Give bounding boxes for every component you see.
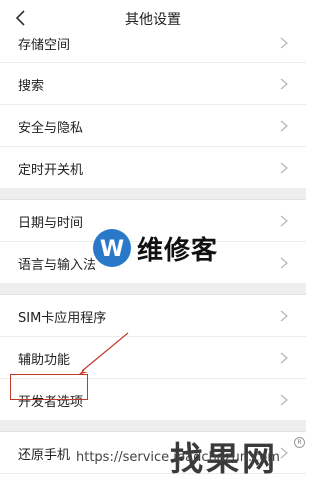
settings-item-label: 存储空间 xyxy=(18,38,71,53)
watermark-url: https://service.ipadchazun.com xyxy=(76,450,280,465)
watermark-logo-icon: W xyxy=(93,229,131,267)
highlight-box xyxy=(10,374,88,400)
chevron-right-icon xyxy=(280,394,288,406)
chevron-right-icon xyxy=(280,78,288,90)
section-divider xyxy=(0,189,306,200)
settings-item-label: 日期与时间 xyxy=(18,216,84,231)
section-divider xyxy=(0,421,306,432)
settings-item-label: 辅助功能 xyxy=(18,353,71,368)
page-title: 其他设置 xyxy=(125,12,181,28)
chevron-right-icon xyxy=(280,37,288,49)
chevron-right-icon xyxy=(280,215,288,227)
chevron-right-icon xyxy=(280,447,288,459)
settings-item-storage[interactable]: 存储空间 xyxy=(0,29,306,63)
settings-item-sim-apps[interactable]: SIM卡应用程序 xyxy=(0,295,306,337)
settings-item-label: 还原手机 xyxy=(18,448,71,463)
watermark-logo-text: 维修客 xyxy=(137,236,219,266)
registered-mark-icon: R xyxy=(294,437,305,448)
settings-page: 其他设置 存储空间 搜索 安全与隐私 定时开关机 日期与时间 语言与输入法 SI… xyxy=(0,0,306,478)
settings-item-label: 定时开关机 xyxy=(18,163,84,178)
chevron-right-icon xyxy=(280,352,288,364)
svg-text:W: W xyxy=(100,237,124,262)
chevron-right-icon xyxy=(280,310,288,322)
settings-item-label: 搜索 xyxy=(18,79,45,94)
settings-item-security-privacy[interactable]: 安全与隐私 xyxy=(0,105,306,147)
settings-item-label: 安全与隐私 xyxy=(18,121,84,136)
chevron-right-icon xyxy=(280,162,288,174)
settings-item-accessibility[interactable]: 辅助功能 xyxy=(0,337,306,379)
settings-item-scheduled-power[interactable]: 定时开关机 xyxy=(0,147,306,189)
settings-item-label: 语言与输入法 xyxy=(18,258,97,273)
settings-item-search[interactable]: 搜索 xyxy=(0,63,306,105)
section-divider xyxy=(0,284,306,295)
settings-item-label: SIM卡应用程序 xyxy=(18,311,107,326)
chevron-right-icon xyxy=(280,257,288,269)
chevron-right-icon xyxy=(280,120,288,132)
